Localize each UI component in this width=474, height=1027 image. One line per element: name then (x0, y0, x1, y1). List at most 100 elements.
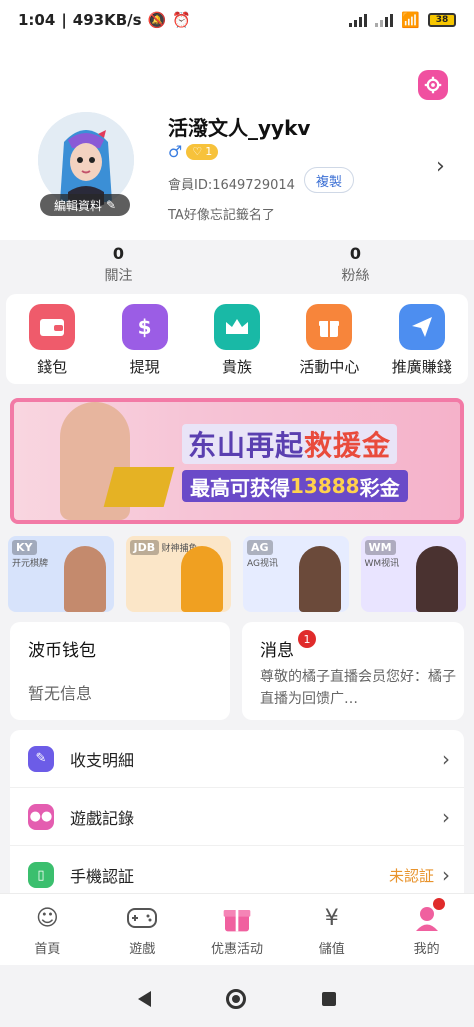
wallet-title: 波币钱包 (28, 641, 96, 661)
game-name: WM视讯 (364, 559, 400, 569)
quick-action-label: 推廣賺錢 (391, 358, 452, 376)
tab-promotions[interactable]: 优惠活动 (190, 894, 285, 965)
username: 活潑文人_yykv (168, 116, 311, 140)
game-tile-wm[interactable]: WM WM视讯 (360, 536, 466, 612)
bottom-tab-bar: ☺ 首頁 遊戲 优惠活动 ¥ 儲值 我的 (0, 893, 474, 965)
back-icon[interactable] (137, 990, 151, 1007)
settings-button[interactable] (418, 70, 448, 100)
edit-icon: ✎ (105, 198, 117, 212)
quick-action-label: 貴族 (221, 358, 252, 376)
following-count: 0 (112, 244, 125, 263)
level-badge: ♡ 1 (186, 143, 219, 160)
profile-header: 編輯資料 ✎ 活潑文人_yykv ♂ ♡ 1 會員ID:1649729014 複… (0, 40, 474, 258)
menu-item-game-records[interactable]: ●● 遊戲記錄 › (10, 788, 464, 846)
game-tile-ky[interactable]: KY 开元棋牌 (8, 536, 114, 612)
heart-icon: ♡ (192, 145, 203, 158)
verify-status: 未認証 (388, 866, 434, 885)
menu-item-transactions[interactable]: ✎ 收支明細 › (10, 730, 464, 788)
quick-action-events[interactable]: 活動中心 (286, 304, 372, 384)
tab-mine[interactable]: 我的 (379, 894, 474, 965)
quick-action-wallet[interactable]: 錢包 (9, 304, 95, 384)
member-id: 會員ID:1649729014 (168, 178, 295, 193)
signature: TA好像忘記籤名了 (168, 208, 275, 223)
male-icon: ♂ (168, 142, 183, 161)
wallet-card[interactable]: 波币钱包 暂无信息 (10, 622, 230, 720)
quick-action-withdraw[interactable]: $ 提現 (102, 304, 188, 384)
message-title: 消息 (260, 641, 294, 661)
alarm-icon: ⏰ (172, 11, 191, 29)
fans-stat[interactable]: 0 粉絲 (237, 240, 474, 292)
tab-games[interactable]: 遊戲 (95, 894, 190, 965)
recents-icon[interactable] (322, 991, 337, 1006)
banner-title: 东山再起 救援金 (182, 424, 398, 464)
gift-icon (306, 304, 353, 350)
game-logo: JDB (129, 540, 160, 555)
home-avatar-icon: ☺ (35, 905, 59, 931)
receipt-icon: ✎ (28, 745, 54, 772)
following-label: 關注 (104, 268, 133, 284)
level-value: 1 (205, 145, 213, 158)
game-logo: WM (364, 540, 396, 555)
game-logo: KY (12, 540, 37, 555)
tab-label: 儲值 (318, 942, 345, 957)
wallet-icon (29, 304, 76, 350)
notification-dot (433, 898, 446, 910)
gamepad-icon: ●● (28, 803, 54, 830)
edit-profile-button[interactable]: 編輯資料 ✎ (40, 194, 130, 216)
tab-label: 首頁 (34, 942, 61, 957)
banner-subtitle: 最高可获得 13888 彩金 (182, 470, 408, 502)
status-divider: | (61, 11, 67, 29)
chevron-right-icon: › (442, 746, 450, 771)
quick-action-nobility[interactable]: 貴族 (194, 304, 280, 384)
status-speed: 493KB/s (72, 11, 142, 29)
gear-icon (424, 76, 442, 94)
following-stat[interactable]: 0 關注 (0, 240, 237, 292)
badge-row: ♂ ♡ 1 (168, 142, 219, 161)
promo-banner[interactable]: 东山再起 救援金 最高可获得 13888 彩金 (10, 398, 464, 524)
system-nav-bar (0, 970, 474, 1027)
game-model-image (63, 546, 106, 612)
copy-button[interactable]: 複製 (304, 167, 354, 193)
status-bar: 1:04 | 493KB/s 🔕 ⏰ 📶 38 (0, 0, 474, 40)
game-tile-ag[interactable]: AG AG视讯 (243, 536, 349, 612)
quick-action-label: 活動中心 (299, 358, 360, 376)
unread-badge: 1 (298, 630, 316, 648)
chevron-right-icon[interactable]: › (436, 154, 445, 179)
paper-plane-icon (398, 304, 445, 350)
banner-gold-image (103, 467, 175, 507)
wallet-value: 暂无信息 (28, 684, 93, 703)
chevron-right-icon: › (442, 804, 450, 829)
menu-list: ✎ 收支明細 › ●● 遊戲記錄 › ▯ 手機認証 未認証 › (10, 730, 464, 904)
tab-home[interactable]: ☺ 首頁 (0, 894, 95, 965)
gift-icon (221, 902, 253, 934)
phone-icon: ▯ (28, 862, 54, 888)
quick-action-label: 提現 (129, 358, 160, 376)
crown-icon (213, 304, 260, 350)
game-tile-jdb[interactable]: JDB 财神捕鱼 (125, 536, 231, 612)
game-model-image (298, 546, 341, 612)
message-card[interactable]: 消息 1 尊敬的橘子直播会员您好：橘子直播为回馈广… (242, 622, 464, 720)
fans-count: 0 (349, 244, 362, 263)
battery-icon: 38 (428, 13, 456, 27)
quick-action-label: 錢包 (37, 358, 68, 376)
tab-label: 优惠活动 (210, 942, 263, 957)
fans-label: 粉絲 (341, 268, 370, 284)
menu-item-label: 遊戲記錄 (70, 808, 135, 828)
game-name: 开元棋牌 (12, 559, 49, 569)
edit-profile-label: 編輯資料 (53, 198, 102, 213)
tab-label: 遊戲 (129, 942, 156, 957)
yen-plus-icon: ¥ (324, 905, 339, 931)
game-model-image (416, 546, 458, 612)
game-tiles: KY 开元棋牌 JDB 财神捕鱼 AG AG视讯 WM WM视讯 (8, 536, 466, 612)
home-icon[interactable] (226, 988, 247, 1009)
quick-action-promote[interactable]: 推廣賺錢 (379, 304, 465, 384)
message-preview: 尊敬的橘子直播会员您好：橘子直播为回馈广… (260, 669, 456, 707)
game-logo: AG (247, 540, 273, 555)
tab-deposit[interactable]: ¥ 儲值 (284, 894, 379, 965)
money-bag-icon: $ (121, 304, 168, 350)
signal-icon-2 (375, 13, 394, 27)
mute-icon: 🔕 (147, 11, 167, 29)
game-name: AG视讯 (247, 559, 278, 569)
signal-icon (349, 13, 368, 27)
menu-item-label: 手機認証 (70, 867, 135, 886)
